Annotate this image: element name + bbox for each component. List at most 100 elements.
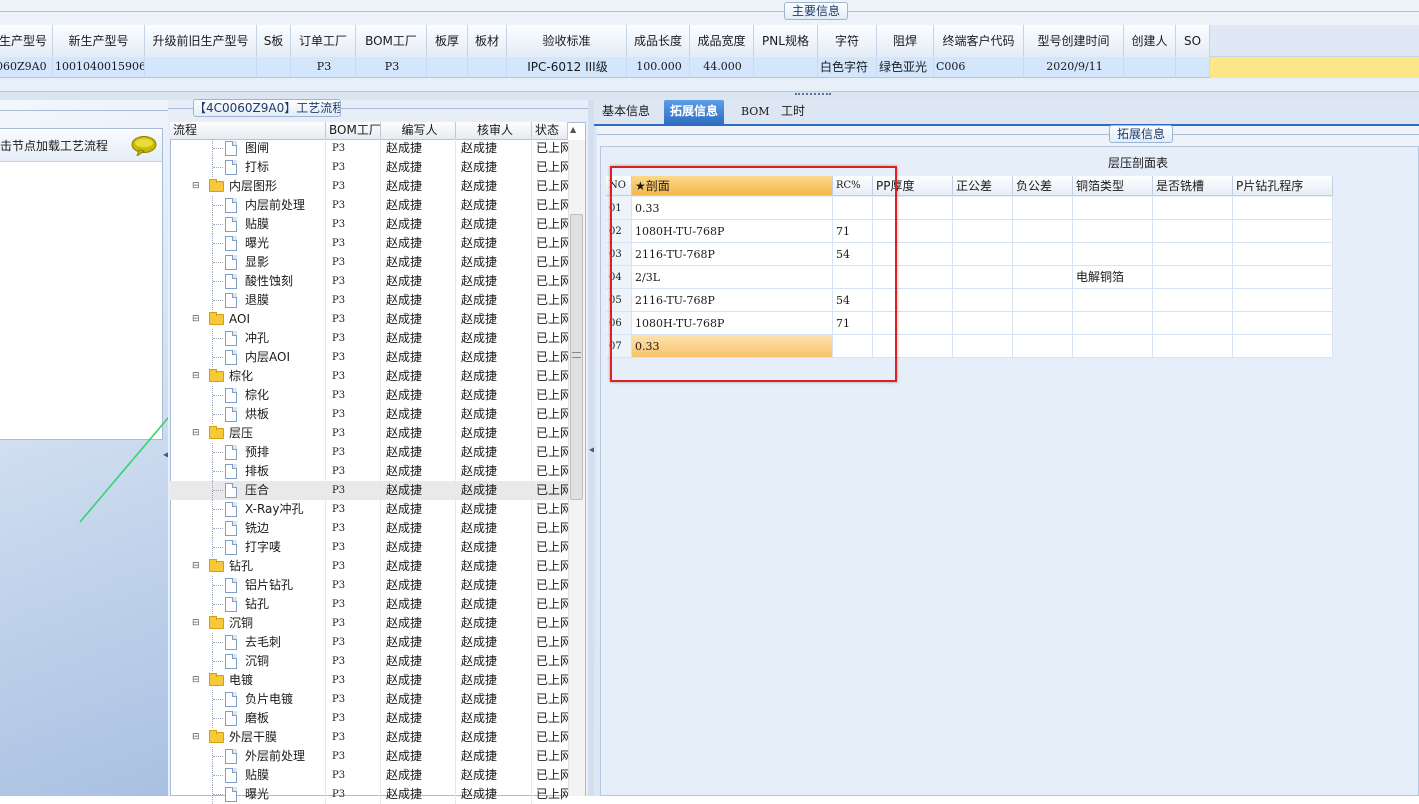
grid-cell[interactable] xyxy=(1153,197,1233,220)
col-reviewer-header[interactable]: 核审人 xyxy=(456,122,532,140)
grid-col-header[interactable]: 是否铣槽 xyxy=(1153,176,1233,196)
grid-cell[interactable] xyxy=(1013,335,1073,358)
col-flow-header[interactable]: 流程 xyxy=(170,122,326,140)
grid-cell[interactable] xyxy=(1233,197,1333,220)
tree-item-row[interactable]: 显影 P3 赵成捷 赵成捷 已上网 xyxy=(170,253,568,272)
main-col-header[interactable]: 订单工厂 xyxy=(291,25,356,57)
main-col-header[interactable]: 创建人 xyxy=(1124,25,1176,57)
tree-item-row[interactable]: 负片电镀 P3 赵成捷 赵成捷 已上网 xyxy=(170,690,568,709)
grid-cell[interactable] xyxy=(1153,335,1233,358)
tree-item-row[interactable]: 冲孔 P3 赵成捷 赵成捷 已上网 xyxy=(170,329,568,348)
collapse-toggle-icon[interactable]: ⊟ xyxy=(192,182,201,191)
grid-cell[interactable] xyxy=(1153,266,1233,289)
tab-0[interactable]: 基本信息 xyxy=(596,100,656,125)
tree-item-row[interactable]: 贴膜 P3 赵成捷 赵成捷 已上网 xyxy=(170,766,568,785)
grid-cell[interactable] xyxy=(1233,266,1333,289)
grid-cell[interactable] xyxy=(1233,289,1333,312)
tree-folder-row[interactable]: ⊟ AOI P3 赵成捷 赵成捷 已上网 xyxy=(170,310,568,329)
grid-cell[interactable] xyxy=(1233,220,1333,243)
tree-folder-row[interactable]: ⊟ 沉铜 P3 赵成捷 赵成捷 已上网 xyxy=(170,614,568,633)
tree-item-row[interactable]: 烘板 P3 赵成捷 赵成捷 已上网 xyxy=(170,405,568,424)
main-col-header[interactable]: 板材 xyxy=(468,25,507,57)
tree-item-row[interactable]: 退膜 P3 赵成捷 赵成捷 已上网 xyxy=(170,291,568,310)
grid-cell[interactable] xyxy=(953,289,1013,312)
tree-item-row[interactable]: 排板 P3 赵成捷 赵成捷 已上网 xyxy=(170,462,568,481)
grid-col-header[interactable]: P片钻孔程序 xyxy=(1233,176,1333,196)
tree-item-row[interactable]: 铝片钻孔 P3 赵成捷 赵成捷 已上网 xyxy=(170,576,568,595)
tree-item-row[interactable]: 内层前处理 P3 赵成捷 赵成捷 已上网 xyxy=(170,196,568,215)
collapse-toggle-icon[interactable]: ⊟ xyxy=(192,562,201,571)
grid-cell[interactable] xyxy=(1153,289,1233,312)
main-col-header[interactable]: 字符 xyxy=(818,25,877,57)
main-col-header[interactable]: 生产型号 xyxy=(0,25,53,57)
tree-item-row[interactable]: X-Ray冲孔 P3 赵成捷 赵成捷 已上网 xyxy=(170,500,568,519)
grid-col-header[interactable]: 铜箔类型 xyxy=(1073,176,1153,196)
main-col-header[interactable]: SO xyxy=(1176,25,1210,57)
main-col-header[interactable]: PNL规格 xyxy=(754,25,818,57)
main-col-header[interactable]: 板厚 xyxy=(427,25,468,57)
grid-col-header[interactable]: 正公差 xyxy=(953,176,1013,196)
status-sort-up-icon[interactable]: ▲ xyxy=(570,125,576,134)
grid-cell[interactable] xyxy=(953,220,1013,243)
tree-folder-row[interactable]: ⊟ 电镀 P3 赵成捷 赵成捷 已上网 xyxy=(170,671,568,690)
grid-cell[interactable] xyxy=(1073,220,1153,243)
tree-item-row[interactable]: 去毛刺 P3 赵成捷 赵成捷 已上网 xyxy=(170,633,568,652)
main-col-header[interactable]: BOM工厂 xyxy=(356,25,427,57)
grid-cell[interactable] xyxy=(1013,243,1073,266)
collapse-toggle-icon[interactable]: ⊟ xyxy=(192,429,201,438)
grid-cell[interactable] xyxy=(1233,243,1333,266)
main-col-header[interactable]: 型号创建时间 xyxy=(1024,25,1124,57)
grid-cell[interactable] xyxy=(1153,243,1233,266)
grid-cell[interactable] xyxy=(1073,289,1153,312)
tree-folder-row[interactable]: ⊟ 钻孔 P3 赵成捷 赵成捷 已上网 xyxy=(170,557,568,576)
grid-cell[interactable] xyxy=(1233,335,1333,358)
tree-item-row[interactable]: 曝光 P3 赵成捷 赵成捷 已上网 xyxy=(170,785,568,804)
col-writer-header[interactable]: 编写人 xyxy=(381,122,456,140)
grid-cell[interactable] xyxy=(953,197,1013,220)
grid-cell[interactable] xyxy=(1153,312,1233,335)
grid-cell[interactable] xyxy=(1073,335,1153,358)
tree-folder-row[interactable]: ⊟ 层压 P3 赵成捷 赵成捷 已上网 xyxy=(170,424,568,443)
col-bom-header[interactable]: BOM工厂 xyxy=(326,122,381,140)
tree-item-row[interactable]: 打字唛 P3 赵成捷 赵成捷 已上网 xyxy=(170,538,568,557)
tree-folder-row[interactable]: ⊟ 棕化 P3 赵成捷 赵成捷 已上网 xyxy=(170,367,568,386)
grid-cell[interactable] xyxy=(1073,312,1153,335)
tree-item-row[interactable]: 内层AOI P3 赵成捷 赵成捷 已上网 xyxy=(170,348,568,367)
main-col-header[interactable]: 成品宽度 xyxy=(690,25,754,57)
grid-cell[interactable] xyxy=(1013,266,1073,289)
grid-cell[interactable] xyxy=(953,266,1013,289)
grid-col-header[interactable]: 负公差 xyxy=(1013,176,1073,196)
col-status-header[interactable]: 状态 xyxy=(532,122,568,140)
collapse-toggle-icon[interactable]: ⊟ xyxy=(192,315,201,324)
tree-item-row[interactable]: 图闸 P3 赵成捷 赵成捷 已上网 xyxy=(170,139,568,158)
tree-item-row[interactable]: 酸性蚀刻 P3 赵成捷 赵成捷 已上网 xyxy=(170,272,568,291)
grid-cell[interactable] xyxy=(1013,197,1073,220)
grid-cell[interactable]: 电解铜箔 xyxy=(1073,266,1153,289)
tree-item-row[interactable]: 磨板 P3 赵成捷 赵成捷 已上网 xyxy=(170,709,568,728)
tab-3[interactable]: 工时 xyxy=(775,100,811,125)
grid-cell[interactable] xyxy=(1013,289,1073,312)
grid-cell[interactable] xyxy=(1233,312,1333,335)
grid-cell[interactable] xyxy=(953,312,1013,335)
main-col-header[interactable]: 成品长度 xyxy=(627,25,690,57)
grid-cell[interactable] xyxy=(1153,220,1233,243)
tree-folder-row[interactable]: ⊟ 内层图形 P3 赵成捷 赵成捷 已上网 xyxy=(170,177,568,196)
tree-item-row[interactable]: 沉铜 P3 赵成捷 赵成捷 已上网 xyxy=(170,652,568,671)
collapse-toggle-icon[interactable]: ⊟ xyxy=(192,676,201,685)
tree-item-row[interactable]: 棕化 P3 赵成捷 赵成捷 已上网 xyxy=(170,386,568,405)
grid-cell[interactable] xyxy=(1013,220,1073,243)
tab-1[interactable]: 拓展信息 xyxy=(664,100,725,125)
tree-item-row[interactable]: 预排 P3 赵成捷 赵成捷 已上网 xyxy=(170,443,568,462)
grid-cell[interactable] xyxy=(1073,197,1153,220)
collapse-toggle-icon[interactable]: ⊟ xyxy=(192,733,201,742)
tree-item-row[interactable]: 压合 P3 赵成捷 赵成捷 已上网 xyxy=(170,481,568,500)
tree-item-row[interactable]: 曝光 P3 赵成捷 赵成捷 已上网 xyxy=(170,234,568,253)
grid-cell[interactable] xyxy=(1073,243,1153,266)
grid-cell[interactable] xyxy=(953,243,1013,266)
main-col-header[interactable]: 阻焊 xyxy=(877,25,934,57)
collapse-toggle-icon[interactable]: ⊟ xyxy=(192,619,201,628)
main-col-header[interactable]: 升级前旧生产型号 xyxy=(145,25,257,57)
tree-item-row[interactable]: 铣边 P3 赵成捷 赵成捷 已上网 xyxy=(170,519,568,538)
tree-item-row[interactable]: 打标 P3 赵成捷 赵成捷 已上网 xyxy=(170,158,568,177)
grid-cell[interactable] xyxy=(953,335,1013,358)
